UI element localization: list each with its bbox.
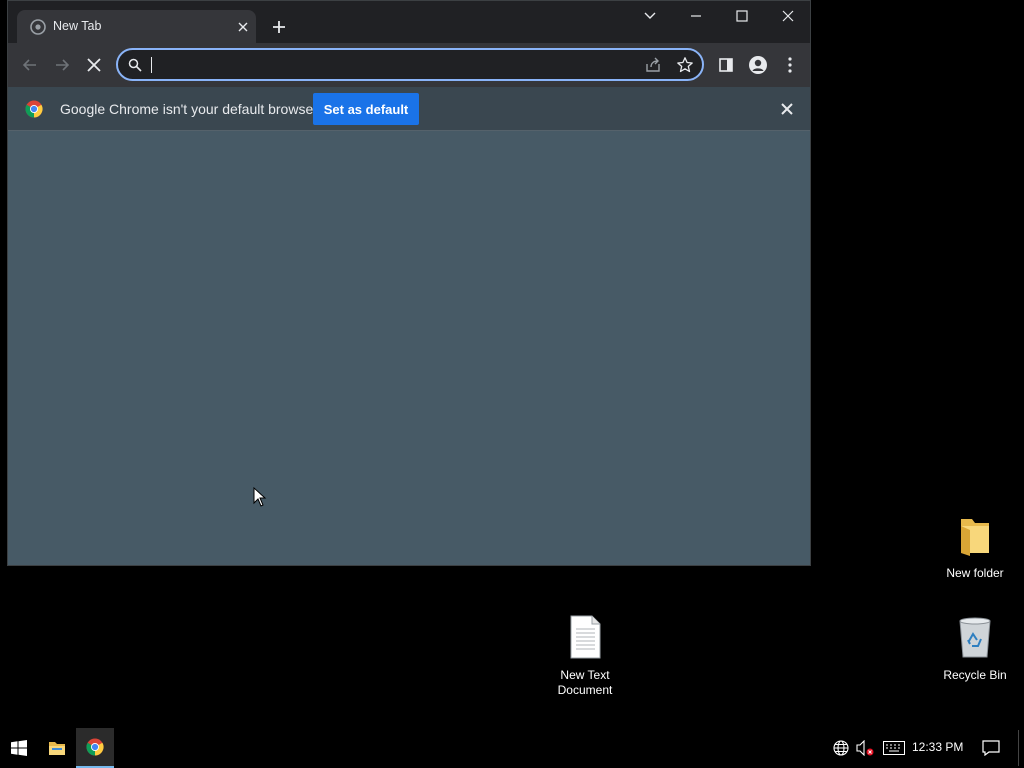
close-icon (781, 103, 793, 115)
profile-button[interactable] (746, 53, 770, 77)
tab-search-button[interactable] (627, 1, 673, 31)
keyboard-icon (883, 741, 905, 755)
close-icon (782, 10, 794, 22)
file-explorer-icon (49, 742, 65, 755)
infobar-message: Google Chrome isn't your default browser (60, 101, 318, 117)
page-content (8, 131, 810, 565)
window-close-button[interactable] (765, 1, 810, 31)
notifications-icon (982, 740, 1000, 756)
desktop-icon-label: New Text Document (557, 668, 613, 697)
share-icon[interactable] (644, 56, 662, 74)
volume-muted-icon (856, 740, 874, 756)
set-as-default-button[interactable]: Set as default (313, 93, 419, 125)
arrow-left-icon (22, 59, 36, 71)
folder-icon (961, 519, 989, 556)
chrome-favicon-icon (30, 19, 46, 35)
address-bar-input[interactable] (150, 54, 630, 76)
back-button[interactable] (18, 53, 42, 77)
windows-start-icon (11, 740, 27, 756)
action-center-button[interactable] (972, 728, 1010, 768)
recycle-bin-icon (959, 617, 991, 658)
chrome-window: New Tab Google Chrome isn't your default… (7, 0, 811, 566)
desktop-icon-label: New folder (946, 566, 1004, 580)
tab-title: New Tab (53, 19, 102, 33)
taskbar-clock[interactable]: 12:33 PM (912, 740, 963, 754)
address-bar[interactable] (116, 48, 704, 81)
kebab-menu-icon (788, 57, 792, 73)
text-document-icon (570, 615, 601, 659)
touch-keyboard-button[interactable] (877, 728, 911, 768)
tab-new-tab[interactable]: New Tab (17, 10, 256, 43)
desktop-icon-recycle-bin[interactable]: Recycle Bin (937, 615, 1013, 683)
search-icon (128, 58, 142, 72)
taskbar: 12:33 PM (0, 728, 1024, 768)
desktop-icon-label: Recycle Bin (943, 668, 1007, 682)
tab-strip: New Tab (8, 1, 810, 43)
browser-toolbar (8, 43, 810, 87)
star-icon[interactable] (676, 56, 694, 74)
chrome-taskbar-button[interactable] (76, 728, 114, 768)
desktop-icon-new-folder[interactable]: New folder (937, 515, 1013, 581)
file-explorer-taskbar-button[interactable] (38, 728, 76, 768)
close-icon (238, 22, 248, 32)
plus-icon (273, 21, 285, 33)
new-tab-button[interactable] (268, 16, 290, 38)
maximize-button[interactable] (719, 1, 765, 31)
infobar-close-button[interactable] (778, 100, 796, 118)
text-caret (151, 57, 152, 73)
avatar-icon (749, 56, 767, 74)
minimize-button[interactable] (673, 1, 719, 31)
chevron-down-icon (644, 12, 656, 19)
chrome-logo-icon (25, 100, 43, 118)
desktop-icon-new-text-document[interactable]: New Text Document (547, 615, 623, 698)
show-desktop-divider[interactable] (1018, 730, 1019, 766)
side-panel-button[interactable] (714, 53, 738, 77)
chrome-menu-button[interactable] (778, 53, 802, 77)
default-browser-infobar: Google Chrome isn't your default browser… (8, 87, 810, 131)
arrow-right-icon (56, 59, 70, 71)
stop-loading-button[interactable] (82, 53, 106, 77)
forward-button[interactable] (50, 53, 74, 77)
start-button[interactable] (0, 728, 38, 768)
desktop-screen: New Tab Google Chrome isn't your default… (0, 0, 1024, 768)
close-icon (87, 58, 101, 72)
minimize-icon (691, 15, 701, 17)
chrome-icon (86, 738, 104, 756)
side-panel-icon (719, 58, 733, 72)
maximize-icon (736, 10, 748, 22)
tab-close-button[interactable] (234, 18, 252, 36)
network-icon (833, 740, 849, 756)
mouse-cursor-icon (253, 487, 267, 507)
